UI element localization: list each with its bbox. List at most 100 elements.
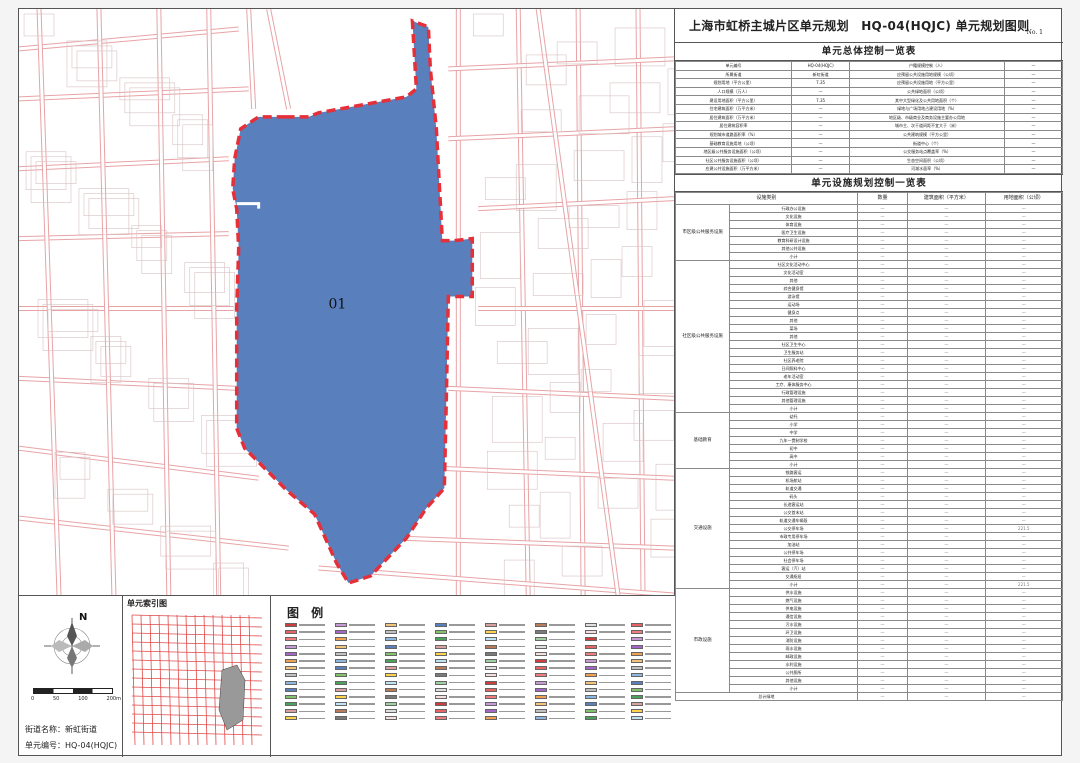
overview-cell: — (791, 112, 851, 123)
overview-table: 单元编号 HQ-04(HQJC) 户籍规模控制（人） — 所属街道 新虹街道 应预留公共设施… (674, 61, 1064, 174)
legend-item (585, 708, 631, 714)
facility-value: — (907, 443, 986, 453)
legend-label-placeholder (449, 631, 475, 633)
index-map[interactable] (127, 610, 267, 750)
legend-item (631, 672, 677, 678)
legend-item (385, 715, 431, 721)
facility-value: — (856, 363, 909, 373)
overview-cell: — (1003, 121, 1064, 131)
legend-item (435, 644, 481, 650)
legend-item (535, 694, 581, 700)
facility-value: — (856, 435, 909, 445)
legend-label-placeholder (399, 667, 425, 669)
legend-item (585, 694, 631, 700)
legend-swatch (285, 687, 297, 692)
legend-item (631, 701, 677, 707)
legend-swatch (335, 637, 347, 642)
facility-row: 工疗、康体服务中心 — — — (676, 379, 1064, 389)
facility-row: 小计 — —221.5 (676, 579, 1064, 589)
legend-swatch (385, 630, 397, 635)
legend-swatch (335, 716, 347, 721)
legend-item (631, 622, 677, 628)
legend-label-placeholder (299, 645, 325, 648)
facility-row: 雨水设施 — — — (676, 643, 1064, 653)
legend-label-placeholder (645, 696, 671, 698)
legend-item (435, 715, 481, 721)
facility-row: 其他公共设施 — — — (676, 243, 1064, 253)
svg-text:N: N (79, 612, 87, 623)
overview-cell: HQ-04(HQJC) (791, 61, 851, 71)
legend-swatch (535, 637, 547, 642)
overview-cell: — (791, 155, 851, 166)
facility-item: 社区养老院 (729, 355, 858, 365)
planning-map[interactable]: 01 (19, 9, 675, 596)
legend-label-placeholder (299, 688, 325, 691)
legend-label-placeholder (499, 624, 525, 626)
legend-label-placeholder (645, 631, 671, 633)
legend-column (585, 622, 631, 723)
legend-swatch (485, 644, 497, 649)
legend-label-placeholder (599, 674, 625, 677)
overview-cell: 地区级公共服务设施面积（公顷） (674, 146, 793, 157)
facility-value: — (907, 459, 986, 469)
facility-value: — (984, 515, 1064, 525)
facility-row: 文化活动室 — — — (676, 267, 1064, 277)
facility-value: — (856, 323, 909, 333)
legend-swatch (435, 709, 447, 714)
overview-cell: — (791, 121, 851, 131)
legend-label-placeholder (299, 674, 325, 677)
block-outline (638, 355, 674, 394)
facility-row: 交通枢纽 — — — (676, 571, 1064, 581)
legend-item (585, 636, 631, 642)
facility-value: — (907, 403, 986, 413)
facility-group: 基础教育 (674, 411, 731, 469)
legend-label-placeholder (349, 674, 375, 677)
facility-value: — (984, 675, 1064, 685)
facility-item: 工疗、康体服务中心 (729, 379, 858, 389)
legend-item (535, 644, 581, 650)
legend-item (385, 694, 431, 700)
legend-swatch (631, 687, 643, 692)
facility-value: — (907, 547, 986, 557)
legend-label-placeholder (549, 631, 575, 633)
legend-swatch (285, 637, 297, 642)
facility-value: — (984, 331, 1064, 341)
facility-value: — (984, 339, 1064, 349)
compass-panel: N 0 50 100 200m 街道名称：新虹街道 单元编号：HQ-04(HQJ… (19, 596, 123, 757)
facility-row: 游泳馆 — — — (676, 291, 1064, 301)
legend-column (385, 622, 431, 723)
facility-value: — (984, 683, 1064, 693)
facility-value: — (907, 579, 986, 589)
facility-value: — (856, 355, 909, 365)
block-outline (95, 341, 127, 364)
facility-item: 客运（汽）站 (729, 563, 858, 573)
legend-swatch (385, 637, 397, 642)
legend-item (285, 658, 331, 664)
legend-item (485, 644, 531, 650)
block-outline (631, 136, 663, 184)
overview-cell: — (791, 138, 851, 148)
legend-swatch (485, 680, 497, 685)
overview-cell: 人口规模（万人） (674, 86, 793, 97)
facility-row: 老年活动室 — — — (676, 371, 1064, 381)
facility-value: — (984, 227, 1064, 237)
legend-item (535, 708, 581, 714)
block-outline (71, 45, 113, 69)
facility-item: 九年一贯制学校 (729, 435, 858, 445)
plot-01-area[interactable] (230, 18, 475, 586)
facility-value: — (984, 571, 1064, 581)
legend-label-placeholder (645, 688, 671, 691)
facility-item: 体育设施 (729, 219, 858, 229)
legend-item (631, 644, 677, 650)
facility-item: 其他 (729, 331, 858, 341)
overview-cell: 其中大型绿化及公共用地面积（个） (849, 95, 1005, 105)
legend-item (535, 701, 581, 707)
overview-cell: — (791, 164, 851, 174)
block-outline (59, 456, 91, 480)
legend-swatch (585, 623, 597, 627)
facility-item: 小计 (729, 579, 858, 589)
facility-value: — (907, 523, 986, 533)
overview-cell: 建设用地面积（平方公里） (674, 95, 793, 105)
facility-total-row: 总计绿地 — — — (675, 691, 1064, 701)
block-outline (141, 235, 173, 274)
